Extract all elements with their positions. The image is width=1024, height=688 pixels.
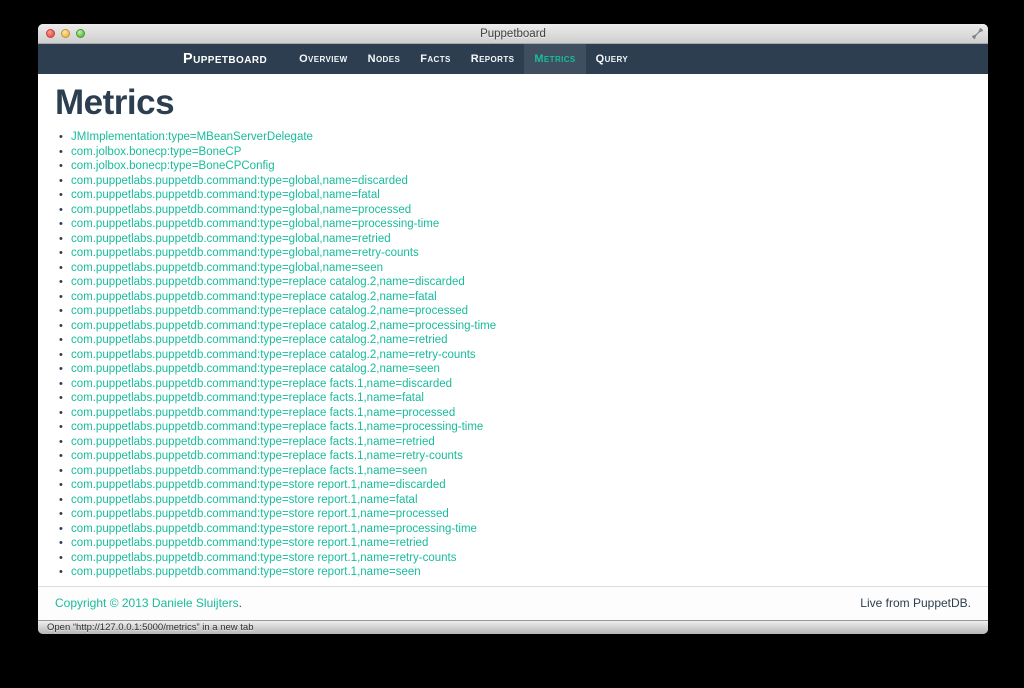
metric-list-item: com.puppetlabs.puppetdb.command:type=sto… [59,478,971,493]
metric-link[interactable]: com.jolbox.bonecp:type=BoneCPConfig [71,160,275,172]
footer: Copyright © 2013 Daniele Sluijters. Live… [38,586,988,620]
page-title: Metrics [55,83,175,122]
metric-link[interactable]: com.puppetlabs.puppetdb.command:type=glo… [71,247,419,259]
nav-item-metrics[interactable]: Metrics [524,44,586,74]
metric-list-item: com.puppetlabs.puppetdb.command:type=glo… [59,174,971,189]
metric-link[interactable]: com.puppetlabs.puppetdb.command:type=sto… [71,479,446,491]
metric-link[interactable]: com.puppetlabs.puppetdb.command:type=glo… [71,218,439,230]
metric-list-item: JMImplementation:type=MBeanServerDelegat… [59,130,971,145]
metric-list-item: com.puppetlabs.puppetdb.command:type=rep… [59,420,971,435]
metric-link[interactable]: com.puppetlabs.puppetdb.command:type=rep… [71,392,424,404]
metric-list-item: com.puppetlabs.puppetdb.command:type=rep… [59,435,971,450]
nav-item-query[interactable]: Query [586,44,639,74]
metric-link[interactable]: com.puppetlabs.puppetdb.command:type=glo… [71,262,383,274]
metric-list-item: com.puppetlabs.puppetdb.command:type=rep… [59,290,971,305]
window-titlebar[interactable]: Puppetboard [38,24,988,44]
main-content: Metrics JMImplementation:type=MBeanServe… [38,74,988,586]
metric-link[interactable]: com.puppetlabs.puppetdb.command:type=glo… [71,175,408,187]
metric-list-item: com.puppetlabs.puppetdb.command:type=sto… [59,565,971,580]
window-title: Puppetboard [480,27,546,40]
navbar-brand[interactable]: Puppetboard [183,44,267,74]
metric-link[interactable]: com.puppetlabs.puppetdb.command:type=rep… [71,291,437,303]
metric-list-item: com.puppetlabs.puppetdb.command:type=glo… [59,188,971,203]
metric-link[interactable]: com.puppetlabs.puppetdb.command:type=rep… [71,363,440,375]
metrics-list: JMImplementation:type=MBeanServerDelegat… [55,130,971,580]
metric-link[interactable]: com.puppetlabs.puppetdb.command:type=rep… [71,276,465,288]
copyright-link[interactable]: Copyright © 2013 Daniele Sluijters [55,596,239,610]
metric-link[interactable]: com.puppetlabs.puppetdb.command:type=sto… [71,566,421,578]
nav-item-nodes[interactable]: Nodes [358,44,411,74]
metric-list-item: com.puppetlabs.puppetdb.command:type=sto… [59,507,971,522]
metric-link[interactable]: com.puppetlabs.puppetdb.command:type=rep… [71,450,463,462]
metric-link[interactable]: com.puppetlabs.puppetdb.command:type=glo… [71,204,411,216]
metric-list-item: com.puppetlabs.puppetdb.command:type=rep… [59,304,971,319]
metric-link[interactable]: com.puppetlabs.puppetdb.command:type=sto… [71,537,428,549]
metric-link[interactable]: com.puppetlabs.puppetdb.command:type=rep… [71,465,427,477]
app-window: Puppetboard Puppetboard Overview Nodes F… [38,24,988,634]
metric-link[interactable]: com.puppetlabs.puppetdb.command:type=rep… [71,305,468,317]
copyright-period: . [238,595,242,610]
metric-list-item: com.puppetlabs.puppetdb.command:type=rep… [59,377,971,392]
resize-icon[interactable] [972,28,983,39]
metric-link[interactable]: com.puppetlabs.puppetdb.command:type=sto… [71,508,449,520]
metric-list-item: com.puppetlabs.puppetdb.command:type=rep… [59,464,971,479]
metric-list-item: com.puppetlabs.puppetdb.command:type=glo… [59,261,971,276]
metric-link[interactable]: com.puppetlabs.puppetdb.command:type=rep… [71,320,496,332]
metric-link[interactable]: com.puppetlabs.puppetdb.command:type=sto… [71,523,477,535]
metric-link[interactable]: com.puppetlabs.puppetdb.command:type=rep… [71,421,483,433]
metric-link[interactable]: com.puppetlabs.puppetdb.command:type=rep… [71,436,435,448]
nav-item-reports[interactable]: Reports [461,44,525,74]
metric-link[interactable]: com.puppetlabs.puppetdb.command:type=glo… [71,189,380,201]
metric-list-item: com.puppetlabs.puppetdb.command:type=rep… [59,348,971,363]
metric-list-item: com.puppetlabs.puppetdb.command:type=glo… [59,217,971,232]
metric-list-item: com.puppetlabs.puppetdb.command:type=rep… [59,275,971,290]
metric-list-item: com.puppetlabs.puppetdb.command:type=rep… [59,333,971,348]
metric-list-item: com.puppetlabs.puppetdb.command:type=sto… [59,536,971,551]
metric-list-item: com.puppetlabs.puppetdb.command:type=sto… [59,522,971,537]
metric-list-item: com.puppetlabs.puppetdb.command:type=sto… [59,493,971,508]
metric-list-item: com.puppetlabs.puppetdb.command:type=rep… [59,319,971,334]
metric-list-item: com.jolbox.bonecp:type=BoneCP [59,145,971,160]
metric-link[interactable]: com.puppetlabs.puppetdb.command:type=rep… [71,349,476,361]
metric-link[interactable]: com.jolbox.bonecp:type=BoneCP [71,146,241,158]
metric-list-item: com.puppetlabs.puppetdb.command:type=rep… [59,449,971,464]
metric-link[interactable]: com.puppetlabs.puppetdb.command:type=rep… [71,334,448,346]
metric-link[interactable]: com.puppetlabs.puppetdb.command:type=glo… [71,233,391,245]
metric-link[interactable]: com.puppetlabs.puppetdb.command:type=rep… [71,378,452,390]
metric-list-item: com.puppetlabs.puppetdb.command:type=rep… [59,391,971,406]
navbar: Puppetboard Overview Nodes Facts Reports… [38,44,988,74]
status-bar: Open “http://127.0.0.1:5000/metrics” in … [38,620,988,634]
nav-item-facts[interactable]: Facts [410,44,461,74]
metric-list-item: com.jolbox.bonecp:type=BoneCPConfig [59,159,971,174]
metric-list-item: com.puppetlabs.puppetdb.command:type=rep… [59,406,971,421]
live-from-puppetdb-text: Live from PuppetDB. [860,595,971,610]
metric-list-item: com.puppetlabs.puppetdb.command:type=glo… [59,246,971,261]
metric-list-item: com.puppetlabs.puppetdb.command:type=glo… [59,203,971,218]
metric-link[interactable]: JMImplementation:type=MBeanServerDelegat… [71,131,313,143]
metric-link[interactable]: com.puppetlabs.puppetdb.command:type=sto… [71,552,456,564]
metric-list-item: com.puppetlabs.puppetdb.command:type=glo… [59,232,971,247]
copyright-text: Copyright © 2013 Daniele Sluijters. [55,596,242,610]
metric-link[interactable]: com.puppetlabs.puppetdb.command:type=rep… [71,407,455,419]
metric-link[interactable]: com.puppetlabs.puppetdb.command:type=sto… [71,494,418,506]
metric-list-item: com.puppetlabs.puppetdb.command:type=sto… [59,551,971,566]
nav-item-overview[interactable]: Overview [289,44,358,74]
metric-list-item: com.puppetlabs.puppetdb.command:type=rep… [59,362,971,377]
